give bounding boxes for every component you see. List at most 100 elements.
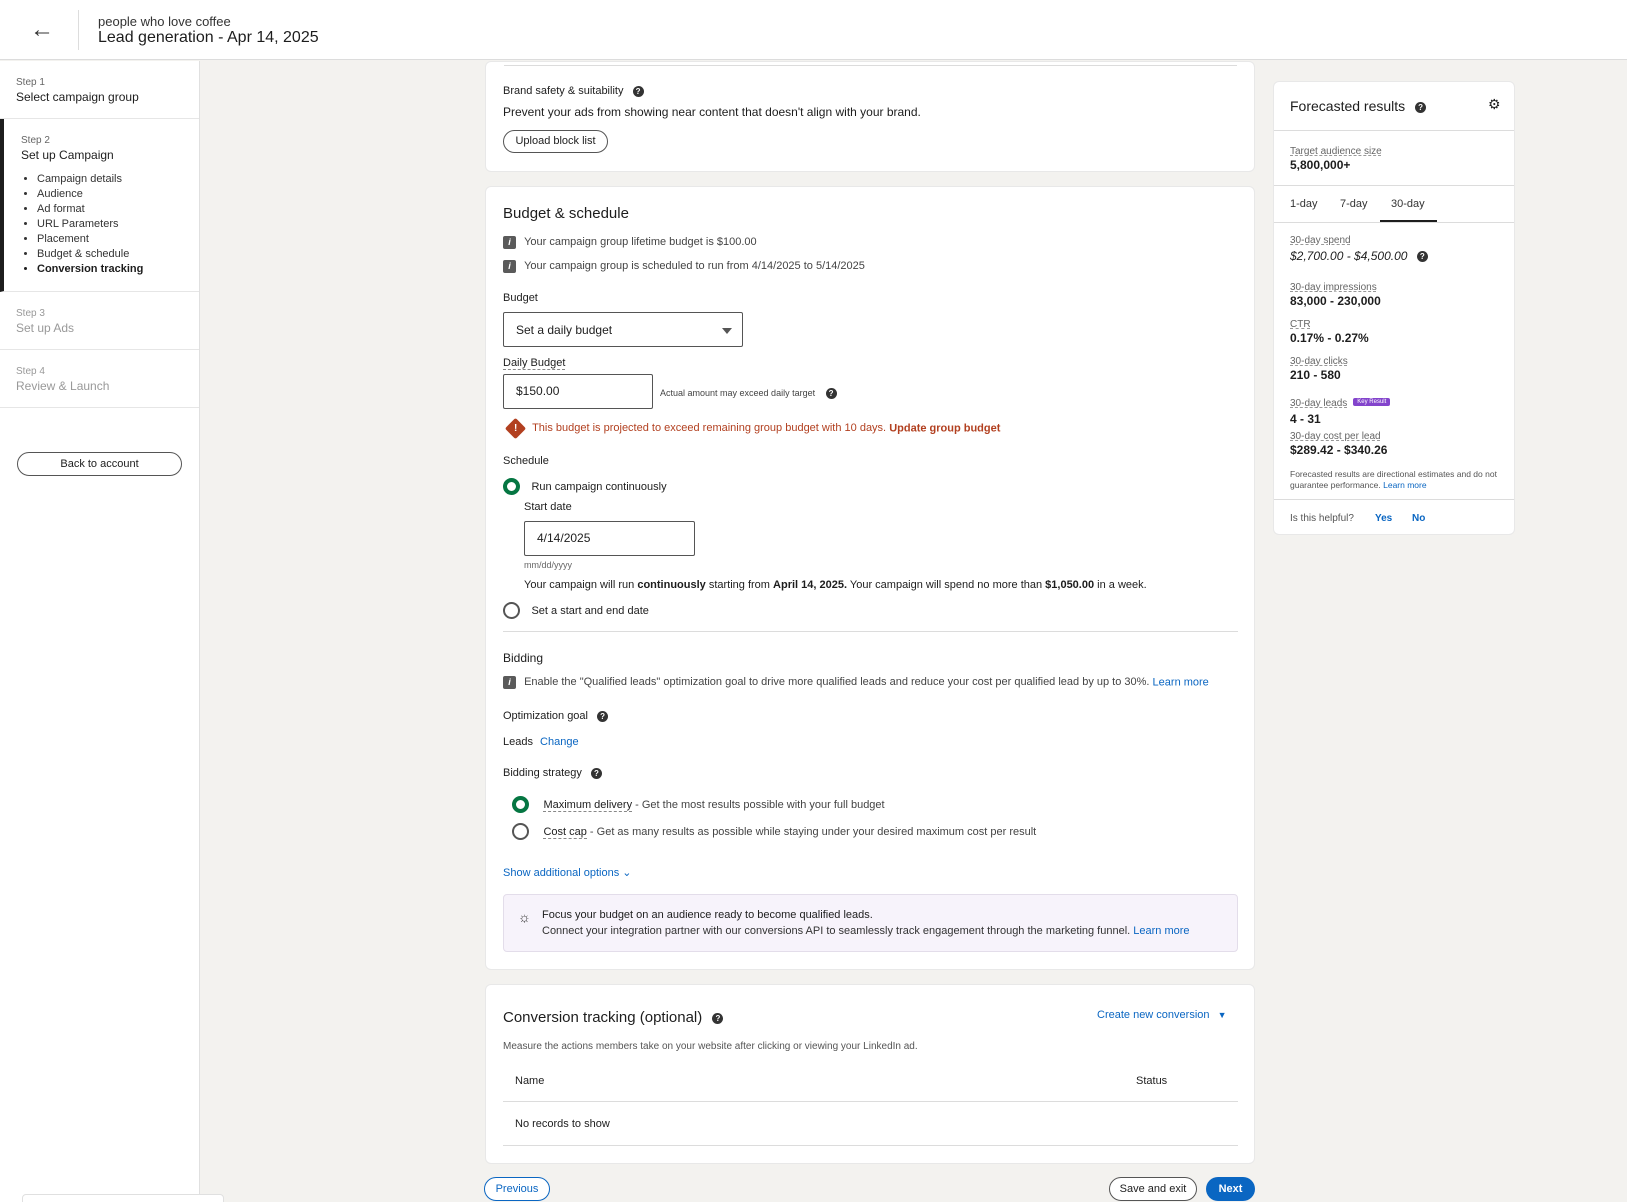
steps-sidebar: Step 1 Select campaign group Step 2 Set … <box>0 61 224 1202</box>
leads-label-row: 30-day leads Key Result <box>1290 393 1391 411</box>
column-header-name: Name <box>515 1075 545 1087</box>
spend-label: 30-day spend <box>1290 235 1351 246</box>
budget-type-select[interactable]: Set a daily budget <box>503 312 743 347</box>
help-icon[interactable]: ? <box>825 388 837 400</box>
cost-cap-label: Cost cap - Get as many results as possib… <box>543 825 1037 839</box>
qualified-leads-tip: ☼ Focus your budget on an audience ready… <box>503 894 1238 952</box>
divider <box>1274 130 1514 131</box>
upload-block-list-button[interactable]: Upload block list <box>503 130 608 153</box>
info-icon: i <box>503 676 516 689</box>
top-bar: ← people who love coffee Lead generation… <box>0 0 1627 60</box>
divider <box>504 65 1237 66</box>
popup-stub <box>22 1194 224 1202</box>
help-icon[interactable]: ? <box>1415 101 1427 113</box>
budget-type-value: Set a daily budget <box>516 323 613 337</box>
next-button[interactable]: Next <box>1206 1177 1255 1201</box>
step-2[interactable]: Step 2 Set up Campaign Campaign details … <box>0 119 199 292</box>
disclaimer-learn-more-link[interactable]: Learn more <box>1383 480 1426 490</box>
schedule-info: i Your campaign group is scheduled to ru… <box>503 260 865 273</box>
caret-down-icon: ▼ <box>1217 1010 1227 1020</box>
helpful-question: Is this helpful? <box>1290 513 1354 524</box>
substep-budget-schedule[interactable]: Budget & schedule <box>37 247 183 262</box>
divider <box>503 631 1238 632</box>
maximum-delivery-desc: - Get the most results possible with you… <box>632 798 885 811</box>
help-icon[interactable]: ? <box>590 767 602 779</box>
help-icon[interactable]: ? <box>632 85 644 97</box>
start-date-label: Start date <box>524 501 572 513</box>
help-icon[interactable]: ? <box>712 1012 724 1024</box>
maximum-delivery-label: Maximum delivery - Get the most results … <box>543 798 885 812</box>
budget-warning: ! This budget is projected to exceed rem… <box>504 417 1000 440</box>
show-additional-options-link[interactable]: Show additional options ⌄ <box>503 866 631 879</box>
step-number: Step 2 <box>21 135 50 146</box>
forecast-ctr: CTR 0.17% - 0.27% <box>1290 319 1369 345</box>
helpful-yes-button[interactable]: Yes <box>1375 513 1392 524</box>
update-group-budget-link[interactable]: Update group budget <box>889 422 1000 434</box>
info-icon: i <box>503 236 516 249</box>
helpful-no-button[interactable]: No <box>1412 513 1425 524</box>
bidding-strategy-text: Bidding strategy <box>503 767 582 779</box>
cost-cap-option[interactable]: Cost cap - Get as many results as possib… <box>512 823 1036 841</box>
run-continuously-option[interactable]: Run campaign continuously <box>503 478 667 496</box>
step-title: Select campaign group <box>16 90 139 104</box>
daily-budget-input[interactable]: $150.00 <box>503 374 653 409</box>
audience-size: Target audience size 5,800,000+ <box>1290 146 1382 172</box>
radio-selected[interactable] <box>503 478 520 496</box>
clicks-label: 30-day clicks <box>1290 356 1348 367</box>
change-goal-link[interactable]: Change <box>540 736 579 748</box>
set-start-end-option[interactable]: Set a start and end date <box>503 602 649 620</box>
back-arrow-icon[interactable]: ← <box>28 16 56 44</box>
forecast-cost-per-lead: 30-day cost per lead $289.42 - $340.26 <box>1290 431 1387 457</box>
info-icon: i <box>503 260 516 273</box>
substep-ad-format[interactable]: Ad format <box>37 202 183 217</box>
start-date-input[interactable]: 4/14/2025 <box>524 521 695 556</box>
spend-row: $2,700.00 - $4,500.00 ? <box>1290 249 1428 263</box>
previous-button[interactable]: Previous <box>484 1177 550 1201</box>
tab-1-day[interactable]: 1-day <box>1290 198 1318 210</box>
forecast-disclaimer: Forecasted results are directional estim… <box>1290 469 1500 491</box>
lifetime-budget-info: i Your campaign group lifetime budget is… <box>503 236 757 249</box>
daily-budget-hint: Actual amount may exceed daily target ? <box>660 388 837 400</box>
radio-selected[interactable] <box>512 796 529 814</box>
tip-learn-more-link[interactable]: Learn more <box>1133 925 1189 937</box>
substep-url-parameters[interactable]: URL Parameters <box>37 217 183 232</box>
back-to-account-button[interactable]: Back to account <box>17 452 182 476</box>
step-1[interactable]: Step 1 Select campaign group <box>0 61 199 119</box>
divider <box>1274 185 1514 186</box>
tab-7-day[interactable]: 7-day <box>1340 198 1368 210</box>
step-number: Step 1 <box>16 77 45 88</box>
substep-placement[interactable]: Placement <box>37 232 183 247</box>
substep-campaign-details[interactable]: Campaign details <box>37 172 183 187</box>
divider <box>503 1101 1238 1102</box>
summary-part: Your campaign will run <box>524 579 638 591</box>
tab-30-day[interactable]: 30-day <box>1391 198 1425 210</box>
divider <box>1274 499 1514 500</box>
optimization-goal-text: Optimization goal <box>503 710 588 722</box>
create-new-conversion-text: Create new conversion <box>1097 1009 1210 1021</box>
schedule-info-text: Your campaign group is scheduled to run … <box>524 260 865 273</box>
radio-unselected[interactable] <box>503 602 520 620</box>
substep-audience[interactable]: Audience <box>37 187 183 202</box>
divider <box>503 1145 1238 1146</box>
bidding-strategy-label: Bidding strategy ? <box>503 767 602 779</box>
cost-cap-desc: - Get as many results as possible while … <box>586 825 1037 838</box>
maximum-delivery-option[interactable]: Maximum delivery - Get the most results … <box>512 796 885 814</box>
radio-unselected[interactable] <box>512 823 529 841</box>
cost-cap-term: Cost cap <box>543 825 587 839</box>
summary-part: $1,050.00 <box>1045 579 1095 591</box>
warning-icon: ! <box>504 417 527 440</box>
summary-part: April 14, 2025. <box>773 579 848 591</box>
tip-body: Connect your integration partner with ou… <box>542 925 1190 937</box>
help-icon[interactable]: ? <box>597 710 609 722</box>
daily-budget-label: Daily Budget <box>503 357 566 370</box>
create-new-conversion-button[interactable]: Create new conversion ▼ <box>1097 1009 1227 1021</box>
empty-table-message: No records to show <box>515 1118 610 1130</box>
help-icon[interactable]: ? <box>1416 251 1428 263</box>
substep-conversion-tracking[interactable]: Conversion tracking <box>37 262 183 277</box>
gear-icon[interactable]: ⚙ <box>1488 96 1501 113</box>
audience-size-value: 5,800,000+ <box>1290 158 1351 172</box>
save-and-exit-button[interactable]: Save and exit <box>1109 1177 1197 1201</box>
bidding-learn-more-link[interactable]: Learn more <box>1153 676 1209 688</box>
clicks-value: 210 - 580 <box>1290 368 1341 382</box>
impressions-value: 83,000 - 230,000 <box>1290 294 1381 308</box>
